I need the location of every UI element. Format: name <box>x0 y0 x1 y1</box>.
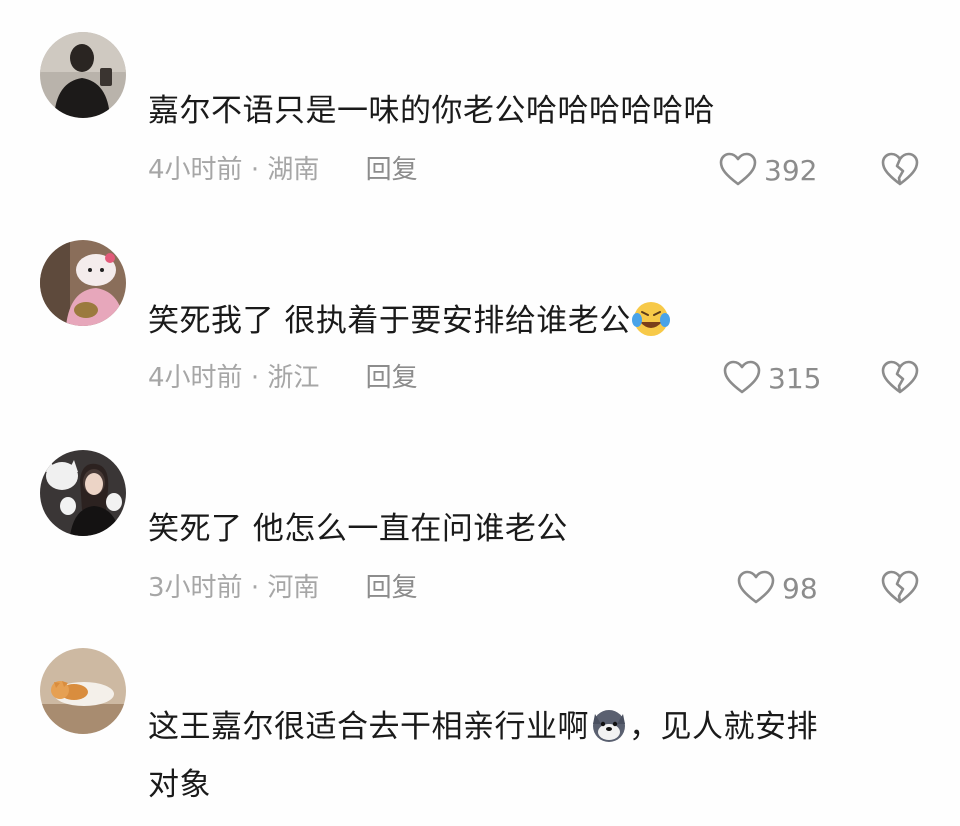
broken-heart-icon <box>880 152 920 194</box>
laughing-crying-emoji <box>631 298 671 338</box>
comment-meta: 4小时前 · 湖南 回复 <box>148 152 418 188</box>
comment-time: 4小时前 <box>148 363 243 393</box>
broken-heart-icon <box>880 570 920 612</box>
meta-separator: · <box>250 363 260 393</box>
comment-text-content: 笑死我了 很执着于要安排给谁老公 <box>148 303 631 339</box>
avatar[interactable] <box>40 450 126 536</box>
husky-dog-emoji <box>589 704 629 744</box>
like-count: 315 <box>768 361 822 395</box>
comment-text: 这王嘉尔很适合去干相亲行业啊 ，见人就安排 <box>148 698 818 756</box>
comment-meta: 4小时前 · 浙江 回复 <box>148 360 418 396</box>
heart-icon <box>722 358 762 398</box>
avatar[interactable] <box>40 32 126 118</box>
comment-text: 嘉尔不语只是一味的你老公哈哈哈哈哈哈 <box>148 93 715 129</box>
dislike-button[interactable] <box>880 358 920 398</box>
like-count: 98 <box>782 571 818 605</box>
meta-separator: · <box>250 573 260 603</box>
heart-icon <box>718 150 758 190</box>
comment-meta: 3小时前 · 河南 回复 <box>148 570 418 606</box>
like-count: 392 <box>764 153 818 187</box>
like-button[interactable]: 392 <box>718 150 817 190</box>
reply-button[interactable]: 回复 <box>366 573 418 603</box>
like-button[interactable]: 315 <box>722 358 821 398</box>
avatar[interactable] <box>40 240 126 326</box>
comment-location: 湖南 <box>267 155 320 185</box>
comment-text: 笑死了 他怎么一直在问谁老公 <box>148 511 568 547</box>
comment-location: 河南 <box>267 573 320 603</box>
avatar[interactable] <box>40 648 126 734</box>
meta-separator: · <box>250 155 260 185</box>
comment-text-content: ，见人就安排 <box>629 709 818 745</box>
broken-heart-icon <box>880 360 920 402</box>
comment-list: 嘉尔不语只是一味的你老公哈哈哈哈哈哈 4小时前 · 湖南 回复 392 笑死我了… <box>0 0 960 826</box>
dislike-button[interactable] <box>880 568 920 608</box>
comment-text-line2: 对象 <box>148 767 211 803</box>
reply-button[interactable]: 回复 <box>366 363 418 393</box>
reply-button[interactable]: 回复 <box>366 155 418 185</box>
heart-icon <box>736 568 776 608</box>
like-button[interactable]: 98 <box>736 568 818 608</box>
comment-time: 4小时前 <box>148 155 243 185</box>
comment-location: 浙江 <box>267 363 320 393</box>
dislike-button[interactable] <box>880 150 920 190</box>
comment-time: 3小时前 <box>148 573 243 603</box>
comment-text-content: 这王嘉尔很适合去干相亲行业啊 <box>148 709 589 745</box>
comment-text: 笑死我了 很执着于要安排给谁老公 <box>148 292 671 350</box>
